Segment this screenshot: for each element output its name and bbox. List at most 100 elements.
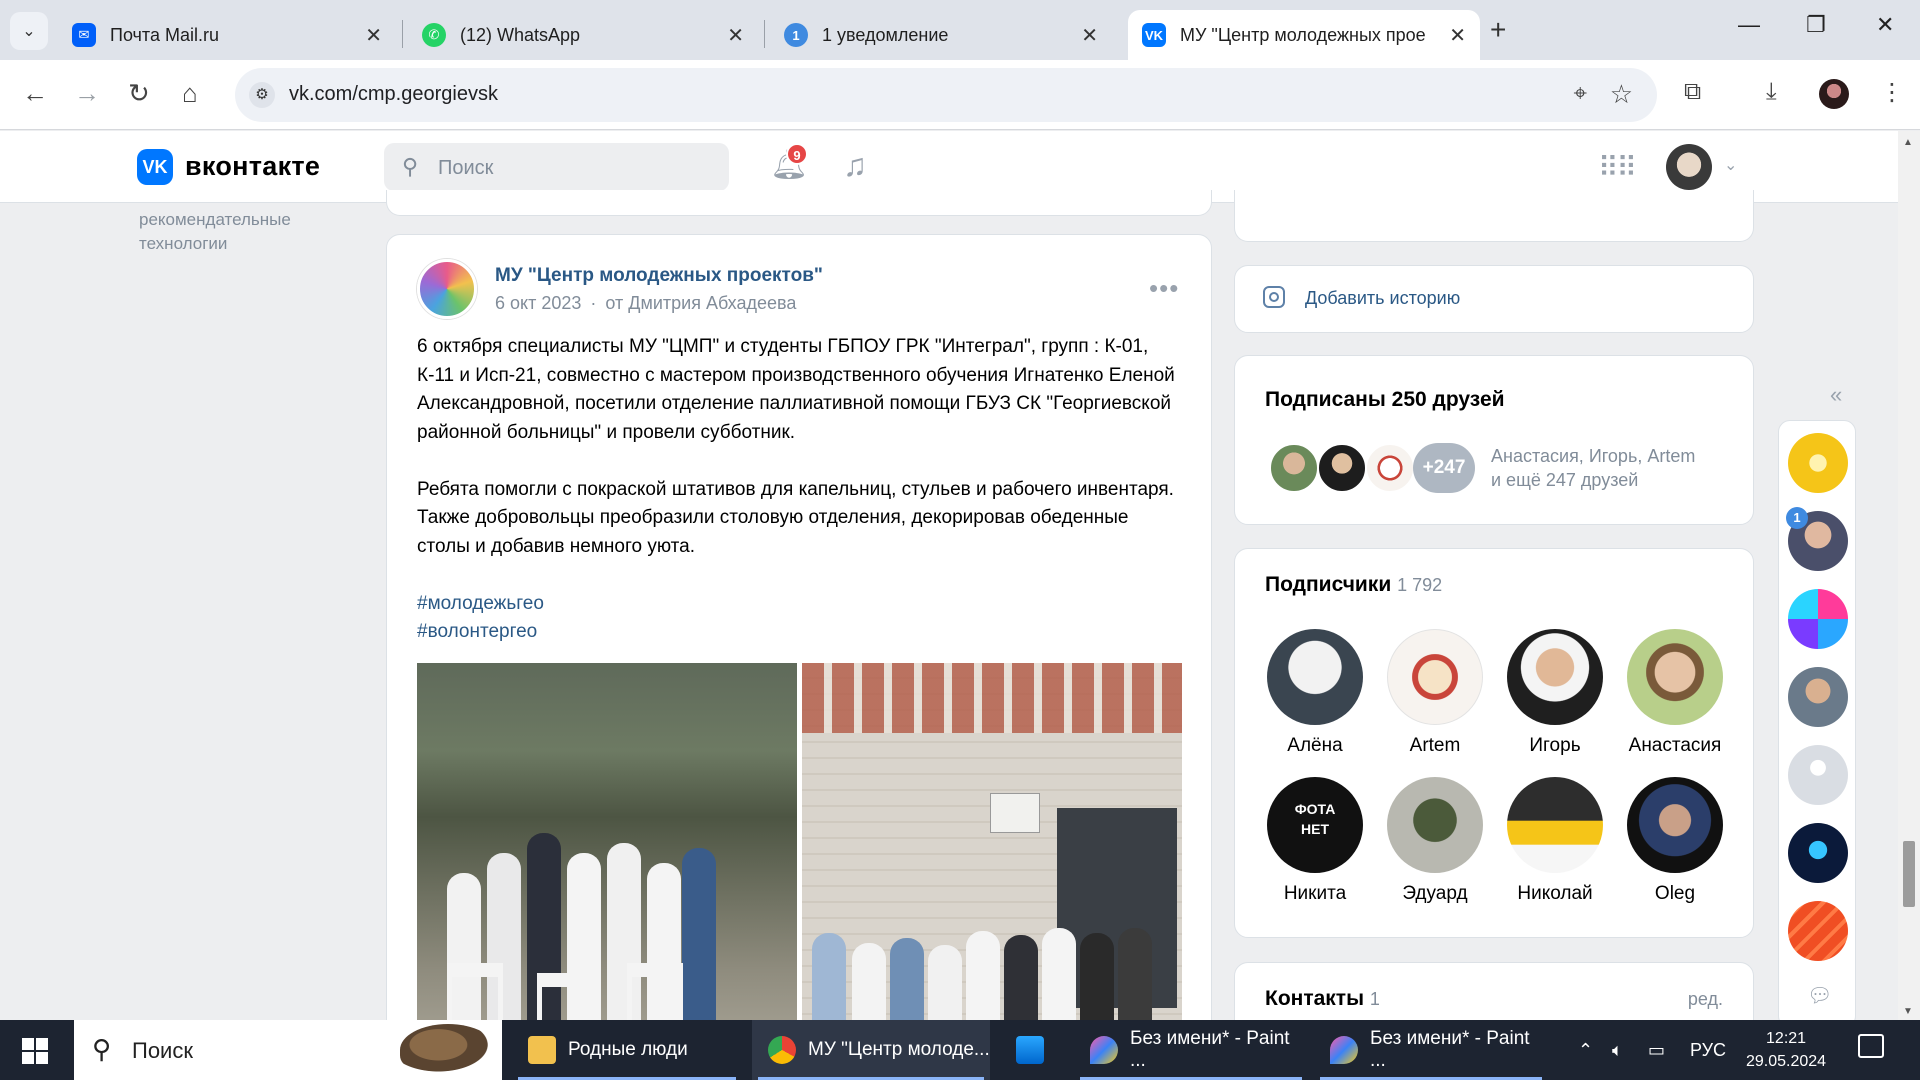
subscriber-item[interactable]: Игорь bbox=[1500, 629, 1610, 757]
friend-avatar[interactable] bbox=[1317, 443, 1367, 493]
close-tab-icon[interactable]: ✕ bbox=[365, 23, 382, 48]
vk-logo-icon[interactable]: VK bbox=[137, 149, 173, 185]
vk-search-input[interactable]: ⚲ Поиск bbox=[384, 143, 729, 191]
taskbar-app-store[interactable] bbox=[1000, 1020, 1064, 1080]
chat-avatar[interactable] bbox=[1788, 667, 1848, 727]
app-promo-icon[interactable] bbox=[1788, 901, 1848, 961]
app-leaf-icon[interactable] bbox=[1788, 433, 1848, 493]
collapse-double-chevron-icon[interactable]: « bbox=[1830, 382, 1842, 408]
scroll-up-icon[interactable]: ▲ bbox=[1903, 137, 1913, 148]
friends-title[interactable]: Подписаны 250 друзей bbox=[1265, 388, 1505, 412]
scroll-thumb[interactable] bbox=[1903, 841, 1915, 907]
subscriber-item[interactable]: Oleg bbox=[1620, 777, 1730, 905]
system-clock[interactable]: 12:21 29.05.2024 bbox=[1746, 1027, 1826, 1073]
chevron-down-icon[interactable]: ⌄ bbox=[1724, 155, 1737, 175]
contacts-title[interactable]: Контакты 1 bbox=[1265, 987, 1380, 1011]
page-scrollbar[interactable]: ▲ ▼ bbox=[1898, 131, 1920, 1021]
user-avatar[interactable] bbox=[1666, 144, 1712, 190]
contacts-edit-link[interactable]: ред. bbox=[1688, 989, 1723, 1010]
close-tab-icon[interactable]: ✕ bbox=[727, 23, 744, 48]
vk-logo-text[interactable]: вконтакте bbox=[185, 151, 320, 182]
add-story-card[interactable]: Добавить историю bbox=[1234, 265, 1754, 333]
previous-post-card bbox=[386, 190, 1212, 216]
restore-icon[interactable]: ❐ bbox=[1806, 12, 1826, 38]
tray-chevron-up-icon[interactable]: ⌃ bbox=[1578, 1040, 1593, 1061]
volume-icon[interactable]: 🔈︎ bbox=[1612, 1040, 1623, 1061]
community-avatar[interactable] bbox=[417, 259, 477, 319]
chat-bubble-icon[interactable]: 💬︎ bbox=[1807, 983, 1832, 1008]
left-menu-item[interactable]: рекомендательные bbox=[139, 208, 291, 232]
subscribers-title-text: Подписчики bbox=[1265, 573, 1392, 596]
subscriber-avatar: ФОТА НЕТ bbox=[1267, 777, 1363, 873]
window-app-icon bbox=[1016, 1036, 1044, 1064]
post-photo[interactable] bbox=[802, 663, 1182, 1080]
subscriber-item[interactable]: ФОТА НЕТ Никита bbox=[1260, 777, 1370, 905]
bookmark-star-icon[interactable]: ☆ bbox=[1610, 79, 1633, 110]
left-menu-item[interactable]: технологии bbox=[139, 232, 291, 256]
taskbar-search[interactable]: ⚲ Поиск bbox=[74, 1020, 502, 1080]
home-icon[interactable]: ⌂ bbox=[182, 78, 198, 109]
notification-count-badge: 9 bbox=[786, 143, 808, 165]
subscriber-item[interactable]: Эдуард bbox=[1380, 777, 1490, 905]
friends-names[interactable]: Анастасия, Игорь, Artem и ещё 247 друзей bbox=[1491, 444, 1695, 492]
tab-vk-active[interactable]: VK МУ "Центр молодежных прое ✕ bbox=[1128, 10, 1480, 60]
address-bar[interactable]: ⚙ vk.com/cmp.georgievsk ⌖ ☆ bbox=[235, 68, 1657, 122]
post-author-link[interactable]: МУ "Центр молодежных проектов" bbox=[495, 265, 823, 287]
tab-notification[interactable]: 1 1 уведомление ✕ bbox=[770, 10, 1112, 60]
extensions-puzzle-icon[interactable]: ⧉ bbox=[1684, 78, 1701, 106]
new-tab-icon[interactable]: + bbox=[1490, 14, 1506, 46]
forward-arrow-icon[interactable]: → bbox=[74, 78, 100, 109]
site-settings-icon[interactable]: ⚙ bbox=[249, 82, 275, 108]
hashtag-link[interactable]: #молодежьгео bbox=[417, 590, 1177, 619]
network-icon[interactable]: ▭ bbox=[1648, 1040, 1665, 1061]
subscriber-item[interactable]: Алёна bbox=[1260, 629, 1370, 757]
hashtag-link[interactable]: #волонтергео bbox=[417, 618, 1177, 647]
add-story-label[interactable]: Добавить историю bbox=[1305, 288, 1460, 309]
minimize-icon[interactable]: — bbox=[1738, 12, 1760, 38]
more-horizontal-icon[interactable]: ••• bbox=[1149, 273, 1179, 304]
post-photo[interactable] bbox=[417, 663, 797, 1080]
download-icon[interactable]: ⤓ bbox=[1766, 78, 1777, 106]
tab-mail[interactable]: ✉ Почта Mail.ru ✕ bbox=[58, 10, 396, 60]
contacts-title-text: Контакты bbox=[1265, 987, 1365, 1010]
back-arrow-icon[interactable]: ← bbox=[22, 78, 48, 109]
taskbar-app-explorer[interactable]: Родные люди bbox=[512, 1020, 742, 1080]
reload-icon[interactable]: ↻ bbox=[128, 78, 150, 109]
taskbar-app-paint[interactable]: Без имени* - Paint ... bbox=[1074, 1020, 1308, 1080]
input-language[interactable]: РУС bbox=[1690, 1040, 1726, 1061]
apps-grid-icon[interactable]: ⠿⠿ bbox=[1598, 151, 1637, 184]
friend-avatar[interactable] bbox=[1365, 443, 1415, 493]
post-signer[interactable]: от Дмитрия Абхадеева bbox=[605, 293, 796, 313]
post-date[interactable]: 6 окт 2023 bbox=[495, 293, 581, 313]
windows-start-icon[interactable] bbox=[22, 1038, 48, 1064]
url-text[interactable]: vk.com/cmp.georgievsk bbox=[289, 83, 498, 106]
profile-avatar[interactable] bbox=[1819, 79, 1849, 109]
search-highlight-otter-icon bbox=[400, 1024, 496, 1076]
tab-whatsapp[interactable]: ✆ (12) WhatsApp ✕ bbox=[408, 10, 758, 60]
subscriber-item[interactable]: Анастасия bbox=[1620, 629, 1730, 757]
mini-apps-sidebar: 1 💬︎ bbox=[1778, 420, 1856, 1028]
taskbar-search-placeholder: Поиск bbox=[132, 1038, 193, 1063]
more-friends-badge[interactable]: +247 bbox=[1413, 443, 1475, 493]
taskbar-app-paint[interactable]: Без имени* - Paint ... bbox=[1314, 1020, 1548, 1080]
subscriber-item[interactable]: Николай bbox=[1500, 777, 1610, 905]
scroll-down-icon[interactable]: ▼ bbox=[1903, 1006, 1913, 1017]
friend-avatar[interactable] bbox=[1269, 443, 1319, 493]
notifications-icon[interactable] bbox=[1858, 1034, 1884, 1058]
subscriber-item[interactable]: Artem bbox=[1380, 629, 1490, 757]
more-vertical-icon[interactable]: ⋮ bbox=[1880, 78, 1904, 107]
left-menu: рекомендательные технологии bbox=[139, 208, 291, 256]
close-tab-icon[interactable]: ✕ bbox=[1081, 23, 1098, 48]
subscriber-avatar bbox=[1507, 629, 1603, 725]
close-tab-icon[interactable]: ✕ bbox=[1449, 23, 1466, 48]
close-window-icon[interactable]: ✕ bbox=[1876, 12, 1894, 38]
subscribers-title[interactable]: Подписчики 1 792 bbox=[1265, 573, 1442, 597]
music-note-icon[interactable]: ♫ bbox=[843, 147, 867, 184]
default-user-icon[interactable] bbox=[1788, 745, 1848, 805]
taskbar-app-chrome[interactable]: МУ "Центр молоде... bbox=[752, 1020, 990, 1080]
subscriber-avatar bbox=[1627, 777, 1723, 873]
app-tiles-icon[interactable] bbox=[1788, 589, 1848, 649]
location-pin-icon[interactable]: ⌖ bbox=[1573, 80, 1587, 108]
chat-avatar[interactable] bbox=[1788, 823, 1848, 883]
tab-search-chevron-icon[interactable]: ⌄ bbox=[10, 12, 48, 50]
